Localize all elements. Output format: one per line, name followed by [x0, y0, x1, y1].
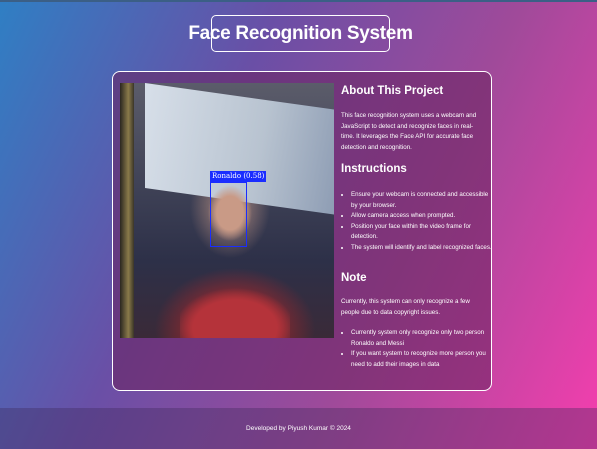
note-text: Currently, this system can only recogniz…	[341, 298, 470, 316]
instructions-item: Ensure your webcam is connected and acce…	[351, 190, 493, 211]
face-detection-box	[210, 182, 247, 247]
background-pole	[120, 83, 134, 338]
note-heading: Note	[341, 272, 367, 284]
note-list: Currently system only recognize only two…	[341, 328, 496, 370]
instructions-list: Ensure your webcam is connected and acce…	[341, 190, 493, 253]
about-text: This face recognition system uses a webc…	[341, 112, 477, 151]
instructions-item: Position your face within the video fram…	[351, 222, 493, 243]
instructions-item: Allow camera access when prompted.	[351, 211, 493, 222]
page-title: Face Recognition System	[188, 15, 413, 52]
instructions-heading: Instructions	[341, 163, 407, 175]
note-item: Currently system only recognize only two…	[351, 328, 496, 349]
about-heading: About This Project	[341, 85, 444, 97]
note-item: If you want system to recognize more per…	[351, 349, 496, 370]
instructions-item: The system will identify and label recog…	[351, 243, 493, 254]
top-border	[0, 0, 597, 2]
face-detection-label: Ronaldo (0.58)	[210, 171, 267, 182]
footer-text: Developed by Piyush Kumar © 2024	[246, 425, 351, 432]
footer: Developed by Piyush Kumar © 2024	[0, 408, 597, 449]
